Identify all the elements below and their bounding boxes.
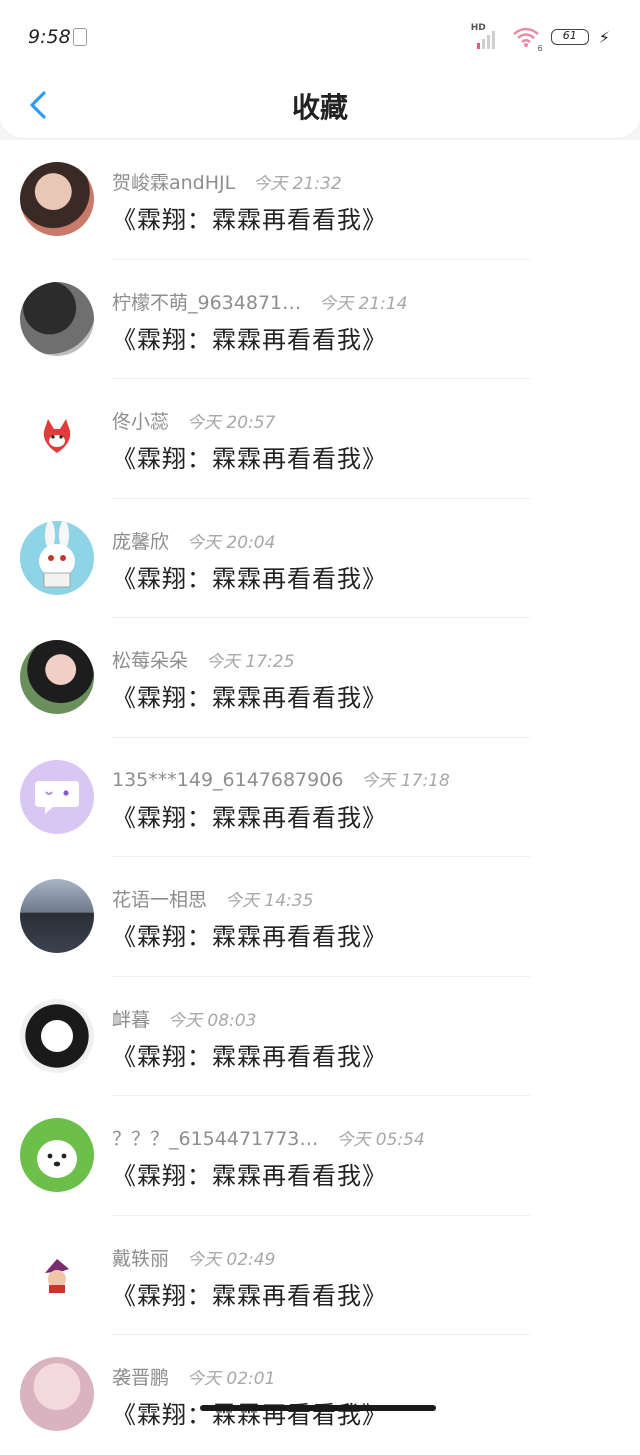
list-item[interactable]: 135***149_6147687906 今天 17:18 《霖翔：霖霖再看看我…	[0, 737, 640, 857]
avatar[interactable]	[20, 1118, 94, 1192]
message-text: 《霖翔：霖霖再看看我》	[112, 1401, 387, 1429]
sender-name: 庞馨欣	[112, 530, 170, 553]
list-item[interactable]: 戴轶丽 今天 02:49 《霖翔：霖霖再看看我》	[0, 1215, 640, 1335]
cartoon-character-icon	[45, 1258, 69, 1293]
avatar[interactable]	[20, 281, 94, 356]
message-text: 《霖翔：霖霖再看看我》	[112, 325, 387, 354]
header: 收藏	[0, 72, 640, 138]
list-item[interactable]: 贺峻霖andHJL 今天 21:32 《霖翔：霖霖再看看我》	[0, 140, 640, 260]
timestamp: 今天 05:54	[336, 1130, 425, 1150]
avatar[interactable]	[20, 640, 94, 714]
fox-icon	[43, 419, 71, 453]
message-text: 《霖翔：霖霖再看看我》	[112, 445, 387, 473]
avatar[interactable]	[20, 401, 94, 475]
timestamp: 今天 20:04	[187, 532, 276, 553]
list-item[interactable]: 花语一相思 今天 14:35 《霖翔：霖霖再看看我》	[0, 857, 640, 977]
avatar[interactable]	[20, 162, 94, 236]
sender-name: 贺峻霖andHJL	[112, 172, 236, 194]
message-text: 《霖翔：霖霖再看看我》	[112, 1281, 387, 1310]
sender-name: 135***149_6147687906	[112, 768, 344, 791]
timestamp: 今天 17:18	[361, 770, 450, 791]
rabbit-icon	[39, 520, 75, 587]
favorites-list: 贺峻霖andHJL 今天 21:32 《霖翔：霖霖再看看我》 柠檬不萌_9634…	[0, 140, 640, 1455]
timestamp: 今天 08:03	[168, 1010, 257, 1031]
message-text: 《霖翔：霖霖再看看我》	[112, 923, 387, 951]
avatar[interactable]	[20, 520, 94, 595]
timestamp: 今天 21:14	[319, 293, 408, 314]
charging-icon: ⚡	[598, 27, 610, 47]
avatar[interactable]	[20, 1237, 94, 1312]
signal-icon: HD	[471, 23, 501, 49]
page-title: 收藏	[291, 91, 348, 124]
sender-name: 戴轶丽	[112, 1247, 170, 1270]
dog-icon	[37, 1140, 77, 1178]
status-bar: 9:58 HD 6 61 ⚡	[0, 0, 640, 72]
sender-name: 袭晋鹏	[112, 1367, 170, 1389]
timestamp: 今天 20:57	[187, 413, 276, 433]
status-time: 9:58	[28, 26, 71, 48]
sender-name: 衅暮	[112, 1008, 151, 1031]
avatar[interactable]	[20, 759, 94, 834]
sender-name: ？？？_6154471773…	[112, 1128, 319, 1150]
message-text: 《霖翔：霖霖再看看我》	[112, 206, 387, 234]
timestamp: 今天 14:35	[225, 891, 314, 911]
timestamp: 今天 02:01	[187, 1369, 276, 1389]
message-text: 《霖翔：霖霖再看看我》	[112, 1042, 387, 1071]
list-item[interactable]: ？？？_6154471773… 今天 05:54 《霖翔：霖霖再看看我》	[0, 1096, 640, 1216]
sender-name: 松莓朵朵	[112, 650, 189, 672]
avatar[interactable]	[20, 879, 94, 953]
timestamp: 今天 21:32	[253, 174, 342, 194]
list-item[interactable]: 庞馨欣 今天 20:04 《霖翔：霖霖再看看我》	[0, 498, 640, 618]
home-indicator[interactable]	[200, 1405, 436, 1411]
sender-name: 柠檬不萌_9634871…	[112, 291, 302, 314]
status-icons: HD 6 61 ⚡	[471, 22, 610, 53]
timestamp: 今天 02:49	[187, 1249, 276, 1270]
top-bar: 9:58 HD 6 61 ⚡ 收藏	[0, 0, 640, 138]
list-item[interactable]: 柠檬不萌_9634871… 今天 21:14 《霖翔：霖霖再看看我》	[0, 259, 640, 379]
sender-name: 花语一相思	[112, 889, 208, 911]
avatar[interactable]	[20, 1357, 94, 1431]
avatar[interactable]	[20, 998, 94, 1073]
battery-level: 61	[562, 29, 577, 42]
list-item[interactable]: 松莓朵朵 今天 17:25 《霖翔：霖霖再看看我》	[0, 618, 640, 738]
list-item[interactable]: 袭晋鹏 今天 02:01 《霖翔：霖霖再看看我》	[0, 1335, 640, 1455]
message-text: 《霖翔：霖霖再看看我》	[112, 803, 387, 832]
list-item[interactable]: 衅暮 今天 08:03 《霖翔：霖霖再看看我》	[0, 976, 640, 1096]
wifi-icon: 6	[511, 25, 543, 53]
notification-icon	[73, 28, 87, 46]
chat-bubble-icon	[35, 780, 79, 814]
battery-icon: 61	[550, 29, 589, 45]
message-text: 《霖翔：霖霖再看看我》	[112, 564, 387, 593]
sender-name: 佟小蕊	[112, 411, 170, 433]
message-text: 《霖翔：霖霖再看看我》	[112, 1162, 387, 1190]
message-text: 《霖翔：霖霖再看看我》	[112, 684, 387, 712]
timestamp: 今天 17:25	[206, 652, 295, 672]
list-item[interactable]: 佟小蕊 今天 20:57 《霖翔：霖霖再看看我》	[0, 379, 640, 499]
wifi-sub-label: 6	[537, 44, 543, 53]
